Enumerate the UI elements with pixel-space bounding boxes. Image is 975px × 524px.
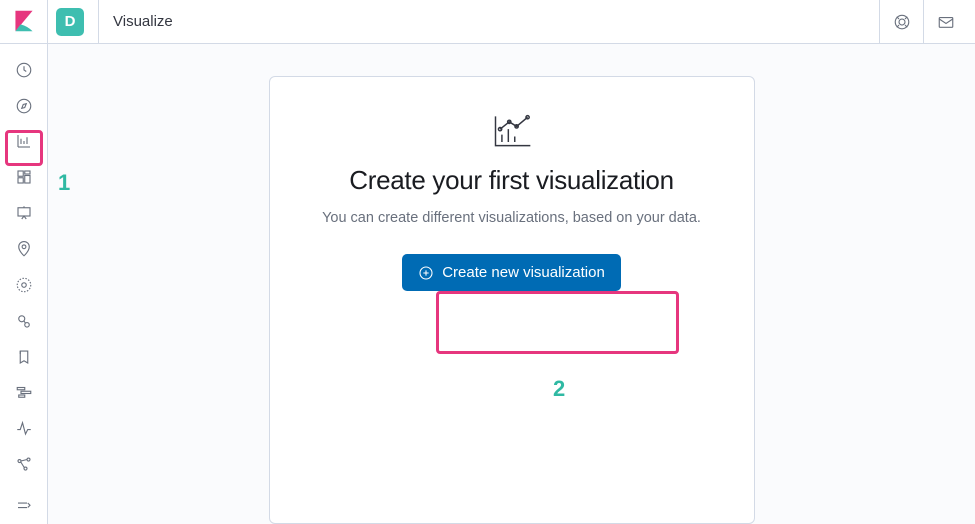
- nav-maps[interactable]: [0, 231, 48, 267]
- create-button-label: Create new visualization: [442, 264, 605, 281]
- newsfeed-button[interactable]: [879, 0, 923, 44]
- nav-collapse[interactable]: [0, 488, 48, 524]
- apm-icon: [15, 383, 33, 401]
- nav-recently-viewed[interactable]: [0, 52, 48, 88]
- metrics-icon: [15, 312, 33, 330]
- uptime-icon: [15, 419, 33, 437]
- nav-metrics[interactable]: [0, 303, 48, 339]
- nav-apm[interactable]: [0, 375, 48, 411]
- maps-icon: [15, 240, 33, 258]
- empty-state-title: Create your first visualization: [292, 165, 732, 196]
- graph-icon: [15, 455, 33, 473]
- clock-icon: [15, 61, 33, 79]
- canvas-icon: [15, 204, 33, 222]
- tutorial-annotation-2: 2: [553, 376, 565, 402]
- logs-icon: [15, 348, 33, 366]
- breadcrumb[interactable]: Visualize: [113, 13, 173, 30]
- mail-button[interactable]: [923, 0, 967, 44]
- content-area: Create your first visualization You can …: [48, 44, 975, 524]
- kibana-logo-icon: [13, 9, 35, 33]
- space-selector[interactable]: D: [56, 8, 84, 36]
- empty-state-description: You can create different visualizations,…: [292, 210, 732, 226]
- kibana-logo[interactable]: [0, 0, 48, 44]
- chart-line-icon: [490, 111, 534, 151]
- nav-machine-learning[interactable]: [0, 267, 48, 303]
- tutorial-highlight-2: [436, 291, 679, 354]
- dashboard-icon: [15, 168, 33, 186]
- nav-logs[interactable]: [0, 339, 48, 375]
- nav-graph[interactable]: [0, 446, 48, 482]
- nav-discover[interactable]: [0, 88, 48, 124]
- nav-canvas[interactable]: [0, 195, 48, 231]
- sidebar: [0, 0, 48, 524]
- lifebuoy-icon: [893, 13, 911, 31]
- collapse-icon: [15, 497, 33, 515]
- card-hero-icon: [292, 111, 732, 151]
- nav-uptime[interactable]: [0, 410, 48, 446]
- divider: [98, 0, 99, 44]
- ml-icon: [15, 276, 33, 294]
- main: D Visualize Crea: [48, 0, 975, 524]
- compass-icon: [15, 97, 33, 115]
- mail-icon: [937, 13, 955, 31]
- tutorial-highlight-1: [5, 130, 43, 166]
- create-visualization-button[interactable]: Create new visualization: [402, 254, 621, 291]
- plus-circle-icon: [418, 265, 434, 281]
- header: D Visualize: [48, 0, 975, 44]
- tutorial-annotation-1: 1: [58, 170, 70, 196]
